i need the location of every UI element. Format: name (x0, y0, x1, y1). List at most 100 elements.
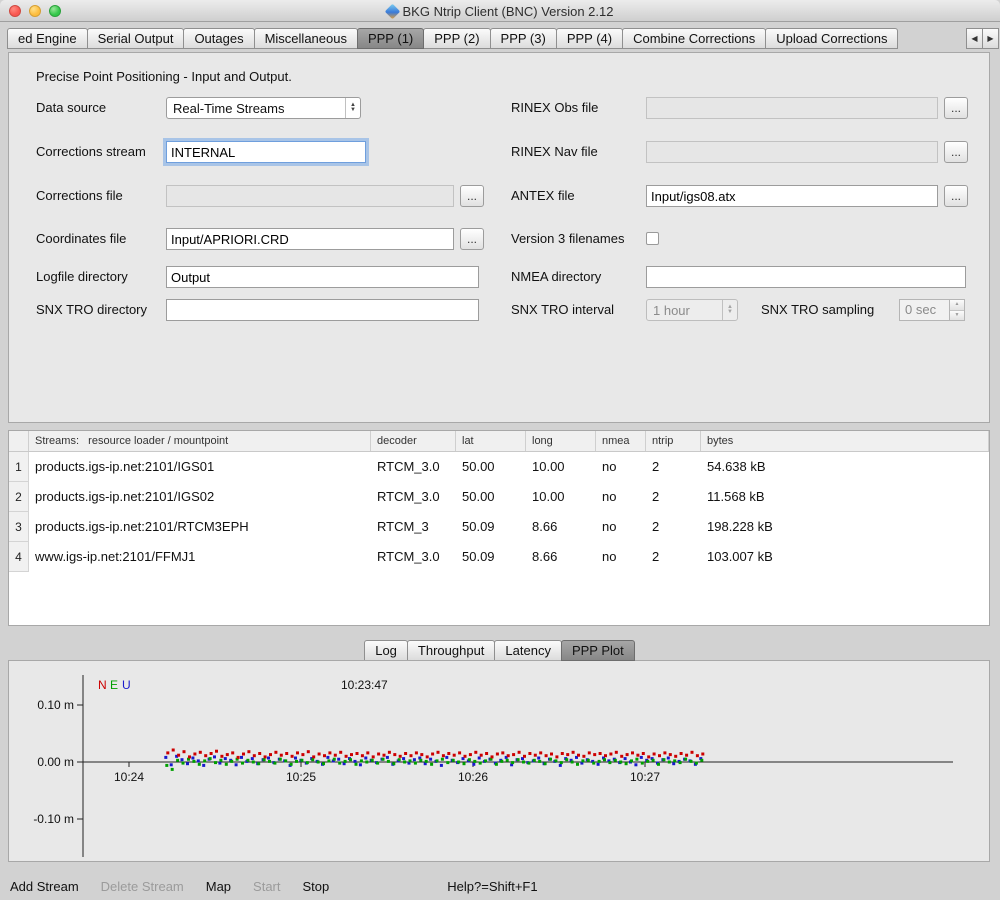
svg-text:10:24: 10:24 (114, 770, 144, 784)
cell-ntrip: 2 (646, 512, 701, 542)
tab-ppp-3[interactable]: PPP (3) (490, 28, 557, 49)
top-tabs: ed EngineSerial OutputOutagesMiscellaneo… (8, 28, 898, 49)
traffic-lights (9, 5, 61, 17)
svg-text:10:23:47: 10:23:47 (341, 678, 388, 692)
corrections-file-browse-button[interactable]: ... (460, 185, 484, 207)
rinex-nav-browse-button[interactable]: ... (944, 141, 968, 163)
svg-text:-0.10 m: -0.10 m (33, 812, 74, 826)
snx-tro-interval-value: 1 hour (647, 303, 722, 318)
row-number: 3 (9, 512, 29, 542)
cell-long: 10.00 (526, 452, 596, 482)
spinner-arrows-icon[interactable]: ▲▼ (949, 300, 964, 320)
data-source-select[interactable]: Real-Time Streams ▲▼ (166, 97, 361, 119)
logfile-directory-label: Logfile directory (36, 269, 128, 284)
tab-scroll-arrows: ◀ ▶ (967, 28, 999, 49)
table-row[interactable]: 1products.igs-ip.net:2101/IGS01RTCM_3.05… (9, 452, 989, 482)
rinex-nav-file-label: RINEX Nav file (511, 144, 598, 159)
map-button[interactable]: Map (206, 879, 231, 894)
column-header-nmea[interactable]: nmea (596, 431, 646, 451)
help-button[interactable]: Help?=Shift+F1 (447, 879, 537, 894)
cell-lat: 50.09 (456, 542, 526, 572)
cell-long: 10.00 (526, 482, 596, 512)
tab-bar: ed EngineSerial OutputOutagesMiscellaneo… (8, 28, 999, 49)
cell-bytes: 198.228 kB (701, 512, 989, 542)
cell-bytes: 11.568 kB (701, 482, 989, 512)
tab-ppp-2[interactable]: PPP (2) (423, 28, 490, 49)
add-stream-button[interactable]: Add Stream (10, 879, 79, 894)
tab-scroll-left-icon[interactable]: ◀ (966, 28, 983, 49)
tab-ed-engine[interactable]: ed Engine (7, 28, 88, 49)
tab-ppp-1[interactable]: PPP (1) (357, 28, 424, 49)
snx-tro-directory-label: SNX TRO directory (36, 302, 147, 317)
column-header-ntrip[interactable]: ntrip (646, 431, 701, 451)
bottom-tab-bar: LogThroughputLatencyPPP Plot (0, 640, 1000, 661)
column-header-long[interactable]: long (526, 431, 596, 451)
panel-description: Precise Point Positioning - Input and Ou… (36, 69, 292, 84)
antex-file-input[interactable] (646, 185, 938, 207)
snx-tro-interval-label: SNX TRO interval (511, 302, 614, 317)
cell-mountpoint: products.igs-ip.net:2101/RTCM3EPH (29, 512, 371, 542)
bottom-tab-latency[interactable]: Latency (494, 640, 562, 661)
svg-text:N: N (98, 678, 107, 692)
snx-tro-interval-select[interactable]: 1 hour ▲▼ (646, 299, 738, 321)
corrections-file-label: Corrections file (36, 188, 123, 203)
tab-miscellaneous[interactable]: Miscellaneous (254, 28, 358, 49)
bottom-tab-log[interactable]: Log (364, 640, 408, 661)
cell-decoder: RTCM_3 (371, 512, 456, 542)
cell-lat: 50.00 (456, 452, 526, 482)
corrections-stream-label: Corrections stream (36, 144, 146, 159)
cell-lat: 50.09 (456, 512, 526, 542)
svg-text:E: E (110, 678, 118, 692)
row-number: 2 (9, 482, 29, 512)
tab-upload-corrections[interactable]: Upload Corrections (765, 28, 898, 49)
column-header-mountpoint[interactable]: Streams: resource loader / mountpoint (29, 431, 371, 451)
coordinates-file-input[interactable] (166, 228, 454, 250)
rinex-obs-browse-button[interactable]: ... (944, 97, 968, 119)
table-row[interactable]: 2products.igs-ip.net:2101/IGS02RTCM_3.05… (9, 482, 989, 512)
titlebar: BKG Ntrip Client (BNC) Version 2.12 (0, 0, 1000, 22)
tab-ppp-4[interactable]: PPP (4) (556, 28, 623, 49)
table-body: 1products.igs-ip.net:2101/IGS01RTCM_3.05… (9, 452, 989, 572)
coordinates-file-browse-button[interactable]: ... (460, 228, 484, 250)
data-source-label: Data source (36, 100, 106, 115)
minimize-button[interactable] (29, 5, 41, 17)
snx-tro-directory-input[interactable] (166, 299, 479, 321)
table-header-row: Streams: resource loader / mountpointdec… (9, 431, 989, 452)
column-header-bytes[interactable]: bytes (701, 431, 989, 451)
nmea-directory-label: NMEA directory (511, 269, 601, 284)
stop-button[interactable]: Stop (303, 879, 330, 894)
corrections-file-input[interactable] (166, 185, 454, 207)
tab-scroll-right-icon[interactable]: ▶ (982, 28, 999, 49)
logfile-directory-input[interactable] (166, 266, 479, 288)
snx-tro-sampling-value: 0 sec (900, 300, 949, 320)
app-icon (384, 3, 400, 19)
corrections-stream-input[interactable] (166, 141, 366, 163)
version3-filenames-checkbox[interactable] (646, 232, 659, 245)
cell-decoder: RTCM_3.0 (371, 452, 456, 482)
tab-combine-corrections[interactable]: Combine Corrections (622, 28, 766, 49)
table-corner-header (9, 431, 29, 451)
tab-outages[interactable]: Outages (183, 28, 254, 49)
column-header-decoder[interactable]: decoder (371, 431, 456, 451)
tab-serial-output[interactable]: Serial Output (87, 28, 185, 49)
cell-nmea: no (596, 452, 646, 482)
antex-file-browse-button[interactable]: ... (944, 185, 968, 207)
coordinates-file-label: Coordinates file (36, 231, 126, 246)
table-row[interactable]: 4www.igs-ip.net:2101/FFMJ1RTCM_3.050.098… (9, 542, 989, 572)
snx-tro-sampling-spinner[interactable]: 0 sec ▲▼ (899, 299, 965, 321)
zoom-button[interactable] (49, 5, 61, 17)
table-row[interactable]: 3products.igs-ip.net:2101/RTCM3EPHRTCM_3… (9, 512, 989, 542)
rinex-obs-file-input[interactable] (646, 97, 938, 119)
version3-filenames-label: Version 3 filenames (511, 231, 624, 246)
bottom-tab-throughput[interactable]: Throughput (407, 640, 496, 661)
close-button[interactable] (9, 5, 21, 17)
column-header-lat[interactable]: lat (456, 431, 526, 451)
cell-nmea: no (596, 482, 646, 512)
bottom-tab-ppp-plot[interactable]: PPP Plot (561, 640, 635, 661)
rinex-nav-file-input[interactable] (646, 141, 938, 163)
cell-long: 8.66 (526, 512, 596, 542)
start-button: Start (253, 879, 280, 894)
svg-text:10:27: 10:27 (630, 770, 660, 784)
nmea-directory-input[interactable] (646, 266, 966, 288)
svg-text:10:25: 10:25 (286, 770, 316, 784)
